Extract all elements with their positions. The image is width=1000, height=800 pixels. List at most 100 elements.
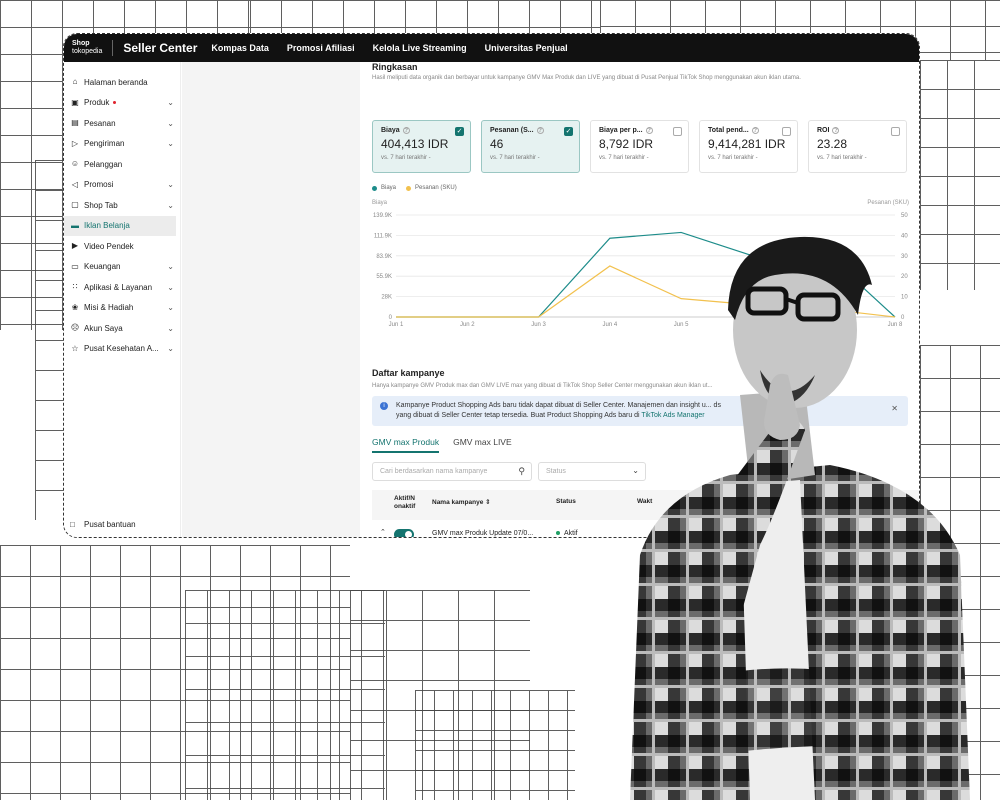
- chevron-down-icon[interactable]: ⌄: [167, 119, 174, 128]
- truck-icon: ▷: [71, 138, 79, 148]
- campaign-name[interactable]: GMV max Produk Update 07/0...: [432, 530, 533, 537]
- sidebar-item-label: Video Pendek: [84, 241, 134, 251]
- chevron-down-icon[interactable]: ⌄: [167, 201, 174, 210]
- chevron-down-icon[interactable]: ⌄: [167, 180, 174, 189]
- y-tick-label: 28K: [381, 295, 392, 301]
- search-placeholder: Cari berdasarkan nama kampanye: [380, 468, 488, 475]
- megaphone-icon: ◁: [71, 179, 79, 189]
- gift-icon: ❀: [71, 302, 79, 312]
- legend-pesanan[interactable]: Pesanan (SKU): [406, 185, 457, 191]
- nav-kelola-live-streaming[interactable]: Kelola Live Streaming: [373, 43, 467, 53]
- sidebar-item-label: Aplikasi & Layanan: [84, 282, 153, 292]
- expand-chevron-icon[interactable]: ⌃: [380, 528, 386, 536]
- sidebar-item-label: Iklan Belanja: [84, 221, 130, 231]
- metric-label: Pesanan (S...?: [490, 127, 544, 134]
- y-tick-label: 83.9K: [376, 254, 392, 260]
- campaign-tabs: GMV max Produk GMV max LIVE: [372, 437, 526, 453]
- sidebar-item-pusat-kesehatan-a[interactable]: ☆ Pusat Kesehatan A... ⌄: [64, 339, 180, 360]
- tokopedia-logo[interactable]: Shop tokopedia: [72, 40, 114, 56]
- metric-label: Biaya per p...?: [599, 127, 653, 134]
- chevron-down-icon[interactable]: ⌄: [167, 262, 174, 271]
- notification-dot: [113, 101, 117, 105]
- help-icon[interactable]: ?: [536, 127, 544, 134]
- y-tick-label: 55.9K: [376, 274, 392, 280]
- nav-promosi-afiliasi[interactable]: Promosi Afiliasi: [287, 43, 355, 53]
- grid-decoration: [35, 160, 65, 520]
- metric-checkbox[interactable]: [673, 127, 682, 136]
- chevron-down-icon[interactable]: ⌄: [167, 303, 174, 312]
- metric-card-2[interactable]: Biaya per p...? 8,792 IDR vs. 7 hari terak…: [590, 120, 689, 173]
- sidebar-item-label: Pusat Kesehatan A...: [84, 344, 159, 354]
- help-icon[interactable]: ?: [402, 127, 410, 134]
- sidebar: ⌂ Halaman beranda ▣ Produk ⌄ ▤ Pesanan ⌄ ▷ Pengir…: [64, 62, 181, 537]
- sidebar-item-halaman-beranda[interactable]: ⌂ Halaman beranda: [64, 72, 180, 93]
- chevron-down-icon[interactable]: ⌄: [167, 344, 174, 353]
- chevron-down-icon[interactable]: ⌄: [167, 283, 174, 292]
- thinking-person-image: [630, 236, 970, 800]
- sidebar-item-pesanan[interactable]: ▤ Pesanan ⌄: [64, 113, 180, 134]
- help-icon[interactable]: ?: [832, 127, 840, 134]
- metric-checkbox[interactable]: ✓: [564, 127, 573, 136]
- apps-icon: ∷: [72, 282, 78, 292]
- sidebar-item-akun-saya[interactable]: ☹ Akun Saya ⌄: [64, 318, 180, 339]
- tab-gmv-max-produk[interactable]: GMV max Produk: [372, 437, 440, 453]
- logo-bottom: tokopedia: [72, 48, 103, 55]
- ad-icon: ▬: [71, 220, 79, 230]
- content-gutter: [182, 62, 360, 537]
- status-badge: Aktif: [556, 530, 578, 537]
- chevron-down-icon[interactable]: ⌄: [167, 98, 174, 107]
- metric-checkbox[interactable]: ✓: [455, 127, 464, 136]
- metric-card-3[interactable]: Total pend...? 9,414,281 IDR vs. 7 hari te…: [699, 120, 798, 173]
- chevron-down-icon[interactable]: ⌄: [167, 324, 174, 333]
- sidebar-item-video-pendek[interactable]: ▶ Video Pendek: [64, 236, 180, 257]
- sidebar-item-label: Pesanan: [84, 118, 116, 128]
- sidebar-item-label: Keuangan: [84, 262, 121, 272]
- nav-kompas-data[interactable]: Kompas Data: [211, 43, 269, 53]
- tab-gmv-max-live[interactable]: GMV max LIVE: [453, 437, 512, 453]
- help-center-link[interactable]: □ Pusat bantuan: [70, 520, 136, 529]
- metric-label: Biaya?: [381, 127, 410, 134]
- metric-checkbox[interactable]: [891, 127, 900, 136]
- metric-checkbox[interactable]: [782, 127, 791, 136]
- search-icon[interactable]: ⚲: [518, 466, 525, 477]
- metric-comparison: vs. 7 hari terakhir -: [381, 155, 431, 161]
- sidebar-item-label: Produk: [84, 98, 110, 108]
- sidebar-item-label: Halaman beranda: [84, 77, 148, 87]
- y-axis-title: Biaya: [372, 200, 388, 206]
- campaign-search-input[interactable]: Cari berdasarkan nama kampanye ⚲: [372, 462, 532, 481]
- chevron-down-icon[interactable]: ⌄: [167, 139, 174, 148]
- sidebar-item-keuangan[interactable]: ▭ Keuangan ⌄: [64, 257, 180, 278]
- sidebar-item-misi-hadiah[interactable]: ❀ Misi & Hadiah ⌄: [64, 298, 180, 319]
- help-icon[interactable]: ?: [645, 127, 653, 134]
- sidebar-item-label: Pengiriman: [84, 139, 125, 149]
- sort-icon[interactable]: ⇕: [485, 499, 490, 506]
- home-icon: ⌂: [72, 77, 78, 87]
- users-icon: ☺: [70, 159, 80, 169]
- sidebar-item-iklan-belanja[interactable]: ▬ Iklan Belanja: [64, 215, 176, 236]
- sidebar-item-promosi[interactable]: ◁ Promosi ⌄: [64, 175, 180, 196]
- sidebar-item-label: Promosi: [84, 180, 114, 190]
- sidebar-item-pelanggan[interactable]: ☺ Pelanggan: [64, 154, 180, 175]
- legend-biaya[interactable]: Biaya: [372, 185, 396, 191]
- sidebar-item-shop-tab[interactable]: ▢ Shop Tab ⌄: [64, 195, 180, 216]
- box-icon: ▣: [71, 97, 79, 107]
- metric-card-4[interactable]: ROI? 23.28 vs. 7 hari terakhir -: [808, 120, 907, 173]
- brand-title: Seller Center: [123, 41, 198, 55]
- sidebar-item-aplikasi-layanan[interactable]: ∷ Aplikasi & Layanan ⌄: [64, 277, 180, 298]
- info-icon: i: [380, 402, 388, 410]
- trophy-icon: ☆: [71, 343, 79, 353]
- help-label: Pusat bantuan: [84, 520, 136, 529]
- summary-title: Ringkasan: [372, 62, 418, 72]
- y-tick-label: 0: [389, 315, 393, 321]
- metric-card-0[interactable]: Biaya? 404,413 IDR vs. 7 hari terakhir - ✓: [372, 120, 471, 173]
- metric-card-1[interactable]: Pesanan (S...? 46 vs. 7 hari terakhir - ✓: [481, 120, 580, 173]
- metric-value: 404,413 IDR: [381, 137, 449, 151]
- y-tick-label: 139.9K: [373, 213, 392, 219]
- nav-universitas-penjual[interactable]: Universitas Penjual: [485, 43, 568, 53]
- sidebar-item-pengiriman[interactable]: ▷ Pengiriman ⌄: [64, 134, 180, 155]
- sidebar-item-produk[interactable]: ▣ Produk ⌄: [64, 93, 180, 114]
- metric-value: 46: [490, 137, 504, 151]
- col-campaign-name[interactable]: Nama kampanye ⇕: [432, 498, 491, 506]
- active-toggle[interactable]: [394, 529, 414, 537]
- help-icon[interactable]: ?: [751, 127, 759, 134]
